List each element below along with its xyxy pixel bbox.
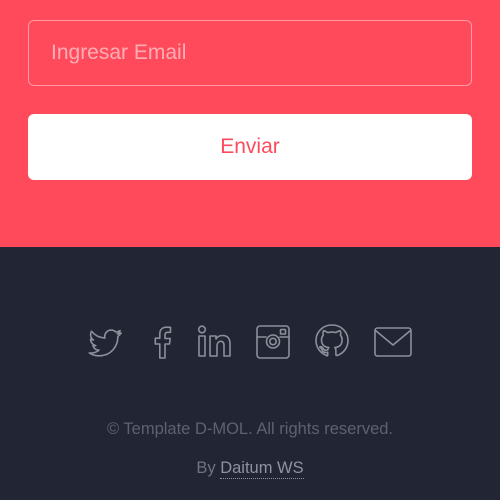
byline: By Daitum WS xyxy=(0,459,500,479)
mail-icon xyxy=(374,327,412,357)
linkedin-icon xyxy=(197,325,231,357)
linkedin-link[interactable] xyxy=(196,322,236,362)
mail-link[interactable] xyxy=(372,322,412,362)
instagram-icon xyxy=(256,325,290,359)
social-links xyxy=(0,322,500,362)
email-input[interactable] xyxy=(28,20,472,86)
twitter-icon xyxy=(88,329,122,357)
copyright-text: © Template D-MOL. All rights reserved. xyxy=(106,420,394,438)
instagram-link[interactable] xyxy=(253,322,293,362)
subscribe-section: Enviar xyxy=(0,0,500,247)
github-icon xyxy=(315,324,349,357)
twitter-link[interactable] xyxy=(86,322,126,362)
github-link[interactable] xyxy=(312,322,352,362)
byline-prefix: By xyxy=(196,459,216,477)
facebook-icon xyxy=(154,326,172,359)
author-link[interactable]: Daitum WS xyxy=(220,459,304,479)
facebook-link[interactable] xyxy=(142,322,182,362)
send-button[interactable]: Enviar xyxy=(28,114,472,180)
